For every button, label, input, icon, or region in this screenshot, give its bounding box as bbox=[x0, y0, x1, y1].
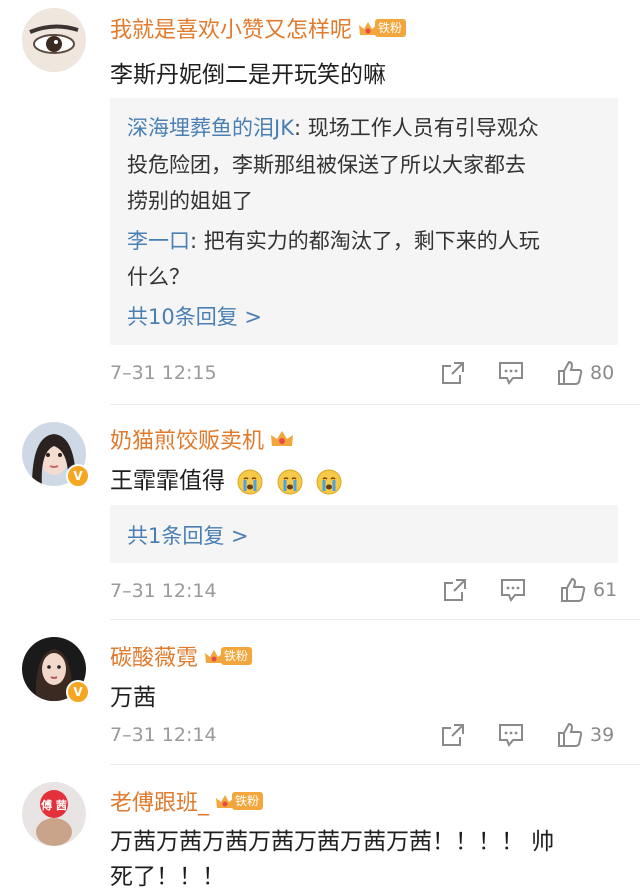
share-icon bbox=[442, 724, 464, 746]
comment-text-line-2: 死了！！！ bbox=[110, 864, 225, 890]
reply-2-line-1: 李一口: 把有实力的都淘汰了，剩下来的人玩 bbox=[127, 225, 540, 255]
share-icon bbox=[442, 362, 464, 384]
avatar-eye-image bbox=[22, 8, 86, 72]
avatar-caption: 傅 茜 bbox=[41, 799, 67, 812]
like-icon bbox=[561, 577, 586, 602]
comment-text: 李斯丹妮倒二是开玩笑的嘛 bbox=[110, 62, 386, 88]
like-count: 39 bbox=[590, 724, 615, 746]
username[interactable]: 老傅跟班_ 铁粉 bbox=[110, 785, 264, 817]
crown-icon bbox=[270, 429, 294, 449]
timestamp: 7–31 12:14 bbox=[110, 580, 217, 602]
reply-box[interactable]: 共1条回复 > bbox=[110, 505, 618, 563]
reply-author[interactable]: 深海埋葬鱼的泪JK bbox=[127, 116, 294, 140]
reply-text: 把有实力的都淘汰了，剩下来的人玩 bbox=[203, 229, 540, 253]
reply-colon: : bbox=[190, 229, 204, 253]
crying-emoji-icon bbox=[237, 469, 263, 494]
more-replies-link[interactable]: 共10条回复 > bbox=[127, 301, 262, 331]
fan-badge-label: 铁粉 bbox=[221, 647, 253, 665]
avatar[interactable]: 傅 茜 bbox=[22, 782, 86, 846]
like-button[interactable]: 39 bbox=[556, 721, 614, 749]
like-button[interactable]: 61 bbox=[559, 576, 617, 604]
timestamp: 7–31 12:15 bbox=[110, 362, 217, 384]
username[interactable]: 奶猫煎饺贩卖机 bbox=[110, 423, 294, 455]
comment-icon bbox=[499, 724, 523, 747]
comment-text: 万茜万茜万茜万茜万茜万茜万茜！！！！ 帅 bbox=[110, 829, 555, 855]
fan-badge: 铁粉 bbox=[215, 790, 264, 812]
timestamp: 7–31 12:14 bbox=[110, 724, 217, 746]
reply-author[interactable]: 李一口 bbox=[127, 229, 190, 253]
comment-button[interactable] bbox=[497, 360, 525, 386]
comment-2: V 奶猫煎饺贩卖机 王霏霏值得 共1条回复 > 7–31 12:14 61 bbox=[0, 405, 640, 620]
avatar[interactable] bbox=[22, 8, 86, 72]
comment-text: 万茜 bbox=[110, 685, 156, 711]
fan-badge bbox=[270, 428, 294, 450]
username-text[interactable]: 奶猫煎饺贩卖机 bbox=[110, 423, 264, 455]
fan-badge-label: 铁粉 bbox=[375, 19, 407, 37]
comment-button[interactable] bbox=[499, 577, 527, 603]
like-count: 80 bbox=[590, 362, 615, 384]
reply-2-line-2: 什么？ bbox=[127, 265, 190, 289]
reply-box[interactable]: 深海埋葬鱼的泪JK: 现场工作人员有引导观众 投危险团，李斯那组被保送了所以大家… bbox=[110, 98, 618, 345]
username[interactable]: 我就是喜欢小赞又怎样呢 铁粉 bbox=[110, 12, 407, 44]
reply-colon: : bbox=[293, 116, 308, 140]
comment-4: 傅 茜 老傅跟班_ 铁粉 万茜万茜万茜万茜万茜万茜万茜！！！！ 帅 死了！！！ bbox=[0, 765, 640, 890]
comment-icon bbox=[499, 362, 523, 385]
reply-1-line-2: 投危险团，李斯那组被保送了所以大家都去 bbox=[127, 153, 526, 177]
reply-1-line-1: 深海埋葬鱼的泪JK: 现场工作人员有引导观众 bbox=[127, 112, 539, 142]
comment-icon bbox=[501, 579, 525, 602]
verified-icon: V bbox=[66, 680, 90, 704]
reply-1-line-3: 捞别的姐姐了 bbox=[127, 189, 253, 213]
fan-badge-label: 铁粉 bbox=[232, 792, 264, 810]
like-button[interactable]: 80 bbox=[556, 359, 614, 387]
username[interactable]: 碳酸薇霓 铁粉 bbox=[110, 640, 253, 672]
share-icon bbox=[444, 579, 466, 601]
username-text[interactable]: 碳酸薇霓 bbox=[110, 640, 198, 672]
crying-emoji-icon bbox=[316, 469, 342, 494]
comment-3: V 碳酸薇霓 铁粉 万茜 7–31 12:14 39 bbox=[0, 620, 640, 765]
share-button[interactable] bbox=[440, 360, 466, 386]
comment-text-content: 王霏霏值得 bbox=[110, 468, 225, 494]
like-icon bbox=[558, 722, 583, 747]
fan-badge: 铁粉 bbox=[358, 17, 407, 39]
comment-button[interactable] bbox=[497, 722, 525, 748]
crying-emoji-icon bbox=[277, 469, 303, 494]
reply-text: 现场工作人员有引导观众 bbox=[307, 116, 539, 140]
more-replies-link[interactable]: 共1条回复 > bbox=[127, 520, 249, 550]
comment-1: 我就是喜欢小赞又怎样呢 铁粉 李斯丹妮倒二是开玩笑的嘛 深海埋葬鱼的泪JK: 现… bbox=[0, 0, 640, 405]
comment-text: 王霏霏值得 bbox=[110, 461, 343, 497]
avatar-portrait-image bbox=[22, 782, 86, 846]
username-text[interactable]: 老傅跟班_ bbox=[110, 785, 209, 817]
share-button[interactable] bbox=[442, 577, 468, 603]
fan-badge: 铁粉 bbox=[204, 645, 253, 667]
share-button[interactable] bbox=[440, 722, 466, 748]
like-icon bbox=[558, 360, 583, 385]
like-count: 61 bbox=[593, 579, 618, 601]
username-text[interactable]: 我就是喜欢小赞又怎样呢 bbox=[110, 12, 352, 44]
verified-icon: V bbox=[66, 464, 90, 488]
